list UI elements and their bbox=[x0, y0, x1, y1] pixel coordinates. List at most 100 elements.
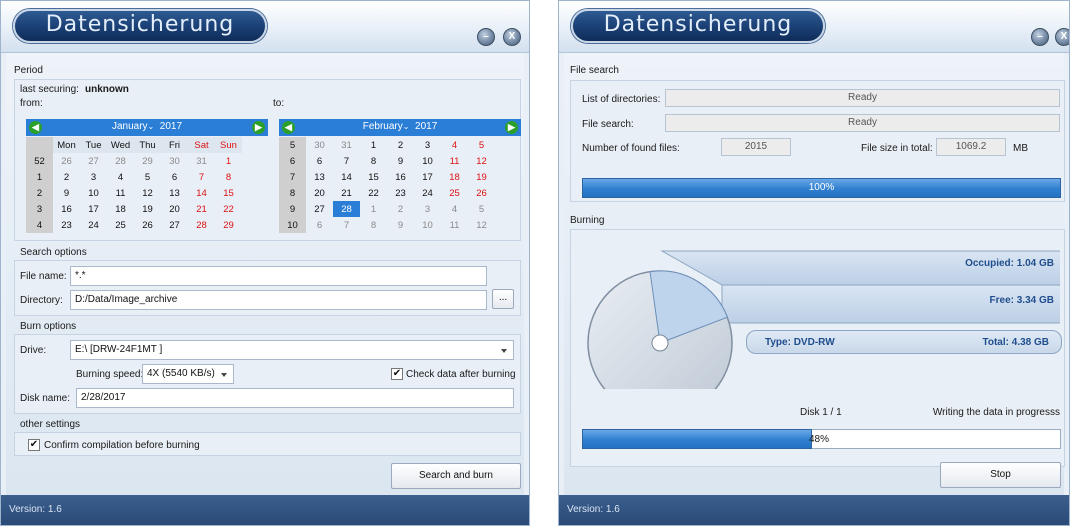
calendar-to-day[interactable]: 21 bbox=[333, 185, 360, 201]
search-and-burn-button[interactable]: Search and burn bbox=[391, 463, 521, 489]
calendar-from-day[interactable]: 4 bbox=[107, 169, 134, 185]
calendar-from-day[interactable]: 15 bbox=[215, 185, 242, 201]
calendar-to-day[interactable]: 16 bbox=[387, 169, 414, 185]
calendar-from-day[interactable]: 21 bbox=[188, 201, 215, 217]
calendar-to-day[interactable]: 7 bbox=[333, 217, 360, 233]
calendar-to-day[interactable]: 8 bbox=[360, 217, 387, 233]
calendar-to-day[interactable]: 9 bbox=[387, 153, 414, 169]
calendar-to-day[interactable]: 12 bbox=[468, 153, 495, 169]
calendar-to-day[interactable]: 2 bbox=[387, 137, 414, 153]
calendar-to-day[interactable]: 28 bbox=[333, 201, 360, 217]
calendar-from-day[interactable]: 20 bbox=[161, 201, 188, 217]
minimize-button[interactable]: – bbox=[1031, 28, 1049, 46]
calendar-to-day[interactable]: 2 bbox=[387, 201, 414, 217]
calendar-to-day[interactable]: 10 bbox=[414, 153, 441, 169]
calendar-to[interactable]: ◀ February⌄ 2017 ▶ 5 30 31 1 2 3 4 5 6 6 7 8 9 10 11 12… bbox=[279, 119, 521, 239]
calendar-to-day[interactable]: 15 bbox=[360, 169, 387, 185]
calendar-from-day[interactable]: 8 bbox=[215, 169, 242, 185]
calendar-to-day[interactable]: 6 bbox=[306, 153, 333, 169]
check-data-checkbox[interactable]: ✔ bbox=[391, 368, 403, 380]
calendar-to-day[interactable]: 9 bbox=[387, 217, 414, 233]
calendar-from-day[interactable]: 18 bbox=[107, 201, 134, 217]
calendar-from-day[interactable]: 1 bbox=[215, 153, 242, 169]
calendar-to-day[interactable]: 10 bbox=[414, 217, 441, 233]
drive-select[interactable]: E:\ [DRW-24F1MT ] bbox=[70, 340, 514, 360]
close-button[interactable]: X bbox=[503, 28, 521, 46]
calendar-to-day[interactable]: 24 bbox=[414, 185, 441, 201]
calendar-from-day[interactable]: 27 bbox=[161, 217, 188, 233]
calendar-from-day[interactable]: 28 bbox=[188, 217, 215, 233]
next-month-icon[interactable]: ▶ bbox=[505, 121, 518, 134]
disk-name-input[interactable]: 2/28/2017 bbox=[76, 388, 514, 408]
calendar-from-day[interactable]: 22 bbox=[215, 201, 242, 217]
calendar-from-day[interactable]: 13 bbox=[161, 185, 188, 201]
calendar-from-day[interactable]: 14 bbox=[188, 185, 215, 201]
calendar-from-day[interactable]: 12 bbox=[134, 185, 161, 201]
calendar-from-day[interactable]: 10 bbox=[80, 185, 107, 201]
calendar-to-day[interactable]: 3 bbox=[414, 201, 441, 217]
calendar-from-day[interactable]: 26 bbox=[53, 153, 80, 169]
calendar-to-day[interactable]: 27 bbox=[306, 201, 333, 217]
calendar-from-day[interactable]: 29 bbox=[134, 153, 161, 169]
calendar-to-day[interactable]: 14 bbox=[333, 169, 360, 185]
calendar-to-day[interactable]: 8 bbox=[360, 153, 387, 169]
calendar-from-day[interactable]: 11 bbox=[107, 185, 134, 201]
browse-button[interactable]: ... bbox=[492, 289, 514, 309]
calendar-to-title[interactable]: February⌄ 2017 bbox=[279, 121, 521, 132]
calendar-from-day[interactable]: 30 bbox=[161, 153, 188, 169]
calendar-from-day[interactable]: 9 bbox=[53, 185, 80, 201]
calendar-from-day[interactable]: 16 bbox=[53, 201, 80, 217]
directory-input[interactable]: D:/Data/Image_archive bbox=[70, 290, 487, 310]
calendar-to-day[interactable]: 19 bbox=[468, 169, 495, 185]
calendar-from-day[interactable]: 24 bbox=[80, 217, 107, 233]
confirm-compilation-checkbox[interactable]: ✔ bbox=[28, 439, 40, 451]
calendar-to-day[interactable]: 23 bbox=[387, 185, 414, 201]
calendar-to-day[interactable]: 5 bbox=[468, 137, 495, 153]
calendar-from-day[interactable]: 19 bbox=[134, 201, 161, 217]
calendar-to-day[interactable]: 17 bbox=[414, 169, 441, 185]
calendar-to-day[interactable]: 20 bbox=[306, 185, 333, 201]
calendar-to-day[interactable]: 4 bbox=[441, 201, 468, 217]
calendar-to-day[interactable]: 22 bbox=[360, 185, 387, 201]
calendar-from-day[interactable]: 6 bbox=[161, 169, 188, 185]
calendar-from-day[interactable]: 7 bbox=[188, 169, 215, 185]
calendar-from-day[interactable]: 31 bbox=[188, 153, 215, 169]
calendar-to-day[interactable]: 1 bbox=[360, 201, 387, 217]
calendar-from-day[interactable]: 25 bbox=[107, 217, 134, 233]
file-name-input[interactable]: *.* bbox=[70, 266, 487, 286]
calendar-to-day[interactable]: 13 bbox=[306, 169, 333, 185]
calendar-from-day[interactable]: 28 bbox=[107, 153, 134, 169]
calendar-to-day[interactable]: 7 bbox=[333, 153, 360, 169]
calendar-from-title[interactable]: January⌄ 2017 bbox=[26, 121, 268, 132]
minimize-button[interactable]: – bbox=[477, 28, 495, 46]
calendar-to-day[interactable]: 31 bbox=[333, 137, 360, 153]
calendar-to-day[interactable]: 3 bbox=[414, 137, 441, 153]
calendar-to-day[interactable]: 5 bbox=[468, 201, 495, 217]
calendar-to-day[interactable]: 6 bbox=[306, 217, 333, 233]
calendar-to-day[interactable]: 11 bbox=[441, 217, 468, 233]
calendar-from-day[interactable]: 17 bbox=[80, 201, 107, 217]
calendar-from-day[interactable]: 29 bbox=[215, 217, 242, 233]
close-button[interactable]: X bbox=[1055, 28, 1069, 46]
calendar-to-day[interactable]: 1 bbox=[360, 137, 387, 153]
calendar-to-day[interactable]: 25 bbox=[441, 185, 468, 201]
calendar-from-month[interactable]: January bbox=[112, 121, 148, 132]
calendar-to-day[interactable]: 18 bbox=[441, 169, 468, 185]
calendar-from-day[interactable]: 3 bbox=[80, 169, 107, 185]
calendar-to-day[interactable]: 4 bbox=[441, 137, 468, 153]
calendar-from[interactable]: ◀ January⌄ 2017 ▶ Mon Tue Wed Thu Fri Sat Sun 5… bbox=[26, 119, 268, 239]
calendar-from-day[interactable]: 5 bbox=[134, 169, 161, 185]
stop-button[interactable]: Stop bbox=[940, 462, 1061, 488]
calendar-from-day[interactable]: 2 bbox=[53, 169, 80, 185]
calendar-from-day[interactable]: 26 bbox=[134, 217, 161, 233]
next-month-icon[interactable]: ▶ bbox=[252, 121, 265, 134]
burning-speed-select[interactable]: 4X (5540 KB/s) bbox=[142, 364, 234, 384]
calendar-from-year[interactable]: 2017 bbox=[160, 121, 182, 132]
calendar-from-day[interactable]: 23 bbox=[53, 217, 80, 233]
calendar-to-year[interactable]: 2017 bbox=[415, 121, 437, 132]
calendar-to-day[interactable]: 30 bbox=[306, 137, 333, 153]
calendar-to-month[interactable]: February bbox=[363, 121, 403, 132]
calendar-to-day[interactable]: 12 bbox=[468, 217, 495, 233]
calendar-to-day[interactable]: 11 bbox=[441, 153, 468, 169]
calendar-to-day[interactable]: 26 bbox=[468, 185, 495, 201]
